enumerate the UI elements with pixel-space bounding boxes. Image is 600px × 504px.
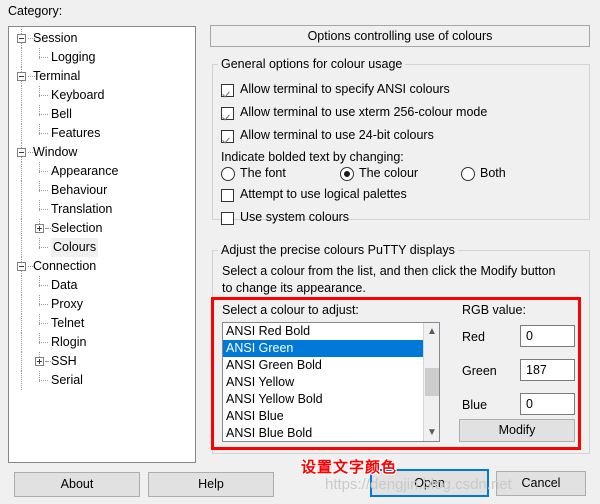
checkbox-allow-xterm-256[interactable] bbox=[221, 107, 234, 120]
radio-both[interactable] bbox=[461, 167, 475, 181]
sidebar-item-bell[interactable]: Bell bbox=[51, 105, 72, 124]
label-indicate-bolded-text: Indicate bolded text by changing: bbox=[221, 150, 404, 164]
label-allow-xterm-256: Allow terminal to use xterm 256-colour m… bbox=[240, 105, 488, 119]
list-item[interactable]: ANSI Yellow bbox=[223, 374, 439, 391]
list-item[interactable]: ANSI Yellow Bold bbox=[223, 391, 439, 408]
sidebar-item-rlogin[interactable]: Rlogin bbox=[51, 333, 86, 352]
label-logical-palettes: Attempt to use logical palettes bbox=[240, 187, 407, 201]
sidebar-item-keyboard[interactable]: Keyboard bbox=[51, 86, 105, 105]
list-item[interactable]: ANSI Green bbox=[223, 340, 439, 357]
select-colour-label: Select a colour to adjust: bbox=[222, 303, 359, 317]
tree-item[interactable]: Data bbox=[9, 276, 195, 295]
sidebar-item-connection[interactable]: Connection bbox=[33, 257, 96, 276]
scrollbar-thumb[interactable] bbox=[425, 368, 439, 396]
tree-item[interactable]: Features bbox=[9, 124, 195, 143]
list-item[interactable]: ANSI Green Bold bbox=[223, 357, 439, 374]
about-button[interactable]: About bbox=[14, 472, 140, 497]
checkbox-allow-24bit[interactable] bbox=[221, 130, 234, 143]
tree-item[interactable]: Appearance bbox=[9, 162, 195, 181]
list-item[interactable]: ANSI Blue Bold bbox=[223, 425, 439, 441]
tree-item[interactable]: Translation bbox=[9, 200, 195, 219]
list-item[interactable]: ANSI Red Bold bbox=[223, 323, 439, 340]
green-input[interactable]: 187 bbox=[520, 359, 575, 381]
sidebar-item-appearance[interactable]: Appearance bbox=[51, 162, 118, 181]
blue-input[interactable]: 0 bbox=[520, 393, 575, 415]
red-input[interactable]: 0 bbox=[520, 325, 575, 347]
tree-item[interactable]: Telnet bbox=[9, 314, 195, 333]
checkbox-allow-ansi-colours[interactable] bbox=[221, 84, 234, 97]
sidebar-item-logging[interactable]: Logging bbox=[51, 48, 96, 67]
sidebar-item-behaviour[interactable]: Behaviour bbox=[51, 181, 107, 200]
sidebar-item-selection[interactable]: Selection bbox=[51, 219, 102, 238]
list-item[interactable]: ANSI Blue bbox=[223, 408, 439, 425]
sidebar-item-colours[interactable]: Colours bbox=[51, 238, 99, 257]
radio-the-colour[interactable] bbox=[340, 167, 354, 181]
precise-description-line2: to change its appearance. bbox=[222, 281, 366, 295]
tree-item[interactable]: Serial bbox=[9, 371, 195, 390]
scroll-down-icon[interactable]: ▼ bbox=[424, 424, 439, 441]
green-label: Green bbox=[462, 364, 497, 378]
annotation-text: 设置文字颜色 bbox=[301, 459, 398, 476]
checkbox-use-system-colours[interactable] bbox=[221, 212, 234, 225]
blue-label: Blue bbox=[462, 398, 488, 412]
sidebar-item-data[interactable]: Data bbox=[51, 276, 77, 295]
sidebar-item-window[interactable]: Window bbox=[33, 143, 77, 162]
tree-item[interactable]: Selection bbox=[9, 219, 195, 238]
modify-button[interactable]: Modify bbox=[459, 419, 575, 442]
label-use-system-colours: Use system colours bbox=[240, 210, 350, 224]
tree-item[interactable]: Logging bbox=[9, 48, 195, 67]
checkbox-logical-palettes[interactable] bbox=[221, 189, 234, 202]
page-title: Options controlling use of colours bbox=[210, 25, 590, 47]
rgb-value-label: RGB value: bbox=[462, 303, 526, 317]
sidebar-item-terminal[interactable]: Terminal bbox=[33, 67, 80, 86]
sidebar-item-telnet[interactable]: Telnet bbox=[51, 314, 84, 333]
tree-item[interactable]: Colours bbox=[9, 238, 195, 257]
tree-item[interactable]: SSH bbox=[9, 352, 195, 371]
label-the-font: The font bbox=[240, 166, 286, 180]
label-allow-24bit: Allow terminal to use 24-bit colours bbox=[240, 128, 434, 142]
tree-item[interactable]: Window bbox=[9, 143, 195, 162]
tree-item[interactable]: Behaviour bbox=[9, 181, 195, 200]
sidebar-item-proxy[interactable]: Proxy bbox=[51, 295, 83, 314]
tree-item[interactable]: Rlogin bbox=[9, 333, 195, 352]
radio-the-font[interactable] bbox=[221, 167, 235, 181]
tree-item[interactable]: Connection bbox=[9, 257, 195, 276]
listbox-scrollbar[interactable]: ▲ ▼ bbox=[423, 323, 439, 441]
tree-item[interactable]: Session bbox=[9, 29, 195, 48]
watermark-text: https://dengjin.blog.csdn.net bbox=[325, 476, 512, 493]
sidebar-item-serial[interactable]: Serial bbox=[51, 371, 83, 390]
sidebar-item-translation[interactable]: Translation bbox=[51, 200, 112, 219]
label-the-colour: The colour bbox=[359, 166, 419, 180]
sidebar-item-features[interactable]: Features bbox=[51, 124, 100, 143]
tree-item[interactable]: Terminal bbox=[9, 67, 195, 86]
category-tree[interactable]: Session Logging Terminal Keyboard Bell Featur… bbox=[8, 26, 196, 463]
category-label: Category: bbox=[8, 4, 63, 18]
label-allow-ansi-colours: Allow terminal to specify ANSI colours bbox=[240, 82, 450, 96]
sidebar-item-session[interactable]: Session bbox=[33, 29, 77, 48]
colour-listbox[interactable]: ANSI Red Bold ANSI Green ANSI Green Bold AN… bbox=[222, 322, 440, 442]
precise-description-line1: Select a colour from the list, and then … bbox=[222, 264, 556, 278]
scroll-up-icon[interactable]: ▲ bbox=[424, 323, 439, 340]
general-options-group-title: General options for colour usage bbox=[218, 58, 406, 70]
label-both: Both bbox=[480, 166, 506, 180]
putty-configuration-dialog: Category: Session Logging Terminal Keyboard… bbox=[0, 0, 600, 504]
help-button[interactable]: Help bbox=[148, 472, 274, 497]
sidebar-item-ssh[interactable]: SSH bbox=[51, 352, 77, 371]
tree-item[interactable]: Keyboard bbox=[9, 86, 195, 105]
precise-colours-group-title: Adjust the precise colours PuTTY display… bbox=[218, 244, 458, 256]
tree-item[interactable]: Proxy bbox=[9, 295, 195, 314]
tree-item[interactable]: Bell bbox=[9, 105, 195, 124]
red-label: Red bbox=[462, 330, 485, 344]
